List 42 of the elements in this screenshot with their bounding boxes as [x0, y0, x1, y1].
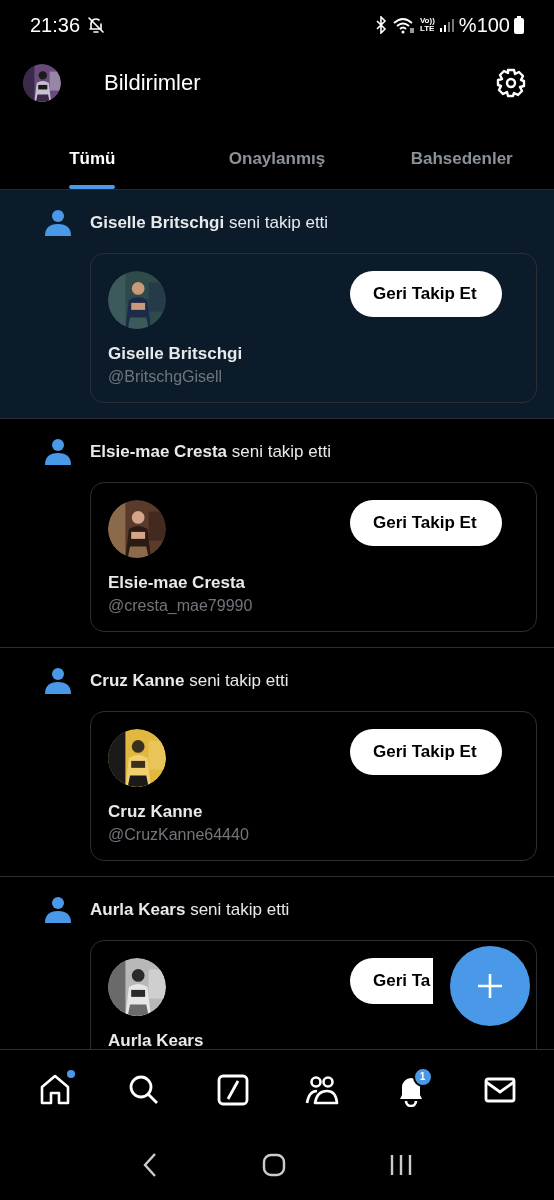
user-name: Cruz Kanne: [108, 801, 204, 823]
battery-icon: [514, 16, 524, 34]
person-icon: [45, 668, 71, 694]
notification-item[interactable]: Giselle Britschgi seni takip etti Geri Takip Et Giselle Britschgi @BritschgGisell: [0, 190, 554, 419]
notification-text: Aurla Kears seni takip etti: [90, 899, 290, 922]
bluetooth-icon: [373, 16, 388, 34]
follow-back-button[interactable]: Geri Ta: [350, 958, 433, 1004]
user-name: Aurla Kears: [108, 1030, 205, 1049]
wifi-icon: [391, 16, 416, 34]
user-handle: @cresta_mae79990: [108, 596, 254, 616]
settings-icon[interactable]: [495, 66, 527, 99]
notification-text: Cruz Kanne seni takip etti: [90, 670, 289, 693]
signal-icon: [438, 17, 455, 33]
person-icon: [45, 439, 71, 465]
page-title: Bildirimler: [104, 69, 202, 97]
tab[interactable]: Bahsedenler: [369, 115, 554, 189]
user-name: Giselle Britschgi: [108, 343, 244, 365]
volte-label: Vo)): [419, 17, 435, 25]
plus-icon: [477, 973, 503, 999]
person-icon: [45, 210, 71, 236]
tab[interactable]: Tümü: [0, 115, 185, 189]
notification-text: Giselle Britschgi seni takip etti: [90, 212, 329, 235]
profile-card[interactable]: Geri Takip Et Giselle Britschgi @BritschgGisell: [90, 253, 537, 403]
compose-box-icon[interactable]: [215, 1072, 250, 1107]
person-icon: [45, 897, 71, 923]
recents-icon[interactable]: [388, 1152, 413, 1177]
profile-card[interactable]: Geri Takip Et Elsie-mae Cresta @cresta_mae79990: [90, 482, 537, 632]
follow-back-button[interactable]: Geri Takip Et: [350, 729, 502, 775]
user-handle: @CruzKanne64440: [108, 825, 250, 845]
user-handle: @BritschgGisell: [108, 367, 224, 387]
count-badge: 1: [412, 1066, 433, 1087]
follow-back-button[interactable]: Geri Takip Et: [350, 271, 502, 317]
user-name: Elsie-mae Cresta: [108, 572, 247, 594]
home-button-icon[interactable]: [262, 1152, 286, 1177]
tab[interactable]: Onaylanmış: [184, 115, 370, 189]
lte-label: LTE: [419, 25, 435, 33]
muted-bell-icon: [86, 15, 107, 35]
clock-time: 21:36: [30, 13, 81, 38]
follow-back-button[interactable]: Geri Takip Et: [350, 500, 502, 546]
profile-card[interactable]: Geri Takip Et Cruz Kanne @CruzKanne64440: [90, 711, 537, 861]
battery-percent: %100: [458, 13, 510, 38]
notification-text: Elsie-mae Cresta seni takip etti: [90, 441, 331, 464]
